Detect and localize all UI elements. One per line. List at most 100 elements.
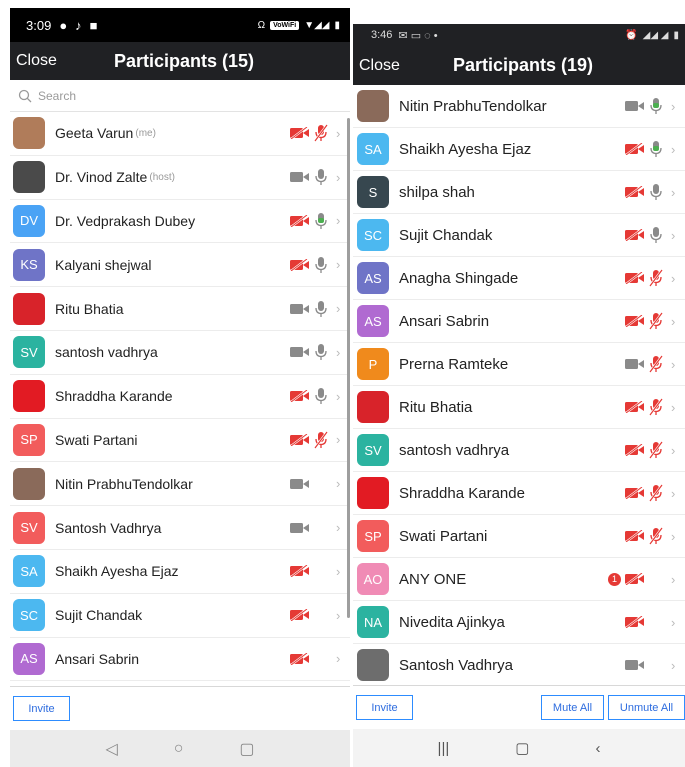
video-off-icon bbox=[290, 652, 310, 665]
participant-row[interactable]: SA Shaikh Ayesha Ejaz › bbox=[353, 128, 685, 171]
participant-name: Dr. Vinod Zalte bbox=[55, 169, 148, 186]
avatar bbox=[13, 380, 45, 413]
participant-row[interactable]: SP Swati Partani › bbox=[353, 515, 685, 558]
participant-row[interactable]: SC Sujit Chandak › bbox=[10, 594, 350, 638]
participant-row[interactable]: Nitin PrabhuTendolkar › bbox=[353, 85, 685, 128]
video-off-icon bbox=[625, 616, 645, 628]
chevron-right-icon: › bbox=[336, 651, 341, 667]
back-nav-icon[interactable]: ◁ bbox=[105, 739, 117, 759]
mic-muted-icon bbox=[649, 355, 663, 373]
participant-row[interactable]: AS Ansari Sabrin › bbox=[353, 300, 685, 343]
participant-status-icons: › bbox=[290, 608, 344, 623]
video-off-icon bbox=[625, 186, 645, 198]
video-off-icon bbox=[290, 565, 310, 578]
avatar bbox=[13, 467, 45, 500]
avatar: SC bbox=[357, 219, 389, 251]
location-icon: ● bbox=[59, 17, 68, 33]
mic-muted-icon bbox=[649, 269, 663, 287]
participant-row[interactable]: Dr. Vinod Zalte (host) › bbox=[10, 156, 350, 200]
participant-name: santosh vadhrya bbox=[55, 344, 158, 361]
participant-status-icons: 1 › bbox=[608, 572, 679, 587]
participant-row[interactable]: Shraddha Karande › bbox=[10, 375, 350, 419]
mic-icon bbox=[314, 300, 328, 318]
chevron-right-icon: › bbox=[671, 528, 676, 544]
avatar: AS bbox=[357, 262, 389, 294]
participant-list: Geeta Varun (me) › Dr. Vinod Zalte (host) › DV… bbox=[10, 112, 350, 682]
recents-nav-icon[interactable]: ▢ bbox=[239, 739, 254, 759]
chevron-right-icon: › bbox=[671, 98, 676, 114]
participant-row[interactable]: Nitin PrabhuTendolkar › bbox=[10, 462, 350, 507]
mic-icon bbox=[649, 140, 663, 158]
participant-name: Shaikh Ayesha Ejaz bbox=[55, 563, 179, 580]
participant-row[interactable]: AS Ansari Sabrin › bbox=[10, 638, 350, 682]
avatar: SC bbox=[13, 599, 45, 632]
participant-row[interactable]: SV Santosh Vadhrya › bbox=[10, 506, 350, 550]
participant-name: Sujit Chandak bbox=[399, 226, 493, 244]
chevron-right-icon: › bbox=[336, 563, 341, 579]
scrollbar[interactable] bbox=[347, 118, 350, 618]
participant-name: Santosh Vadhrya bbox=[55, 519, 162, 536]
avatar bbox=[13, 117, 45, 150]
participant-row[interactable]: Sshilpa shah › bbox=[353, 171, 685, 214]
home-nav-icon[interactable]: ○ bbox=[174, 740, 184, 758]
avatar: SV bbox=[13, 511, 45, 544]
close-button[interactable]: Close bbox=[16, 52, 57, 70]
participant-row[interactable]: SA Shaikh Ayesha Ejaz › bbox=[10, 550, 350, 594]
participant-status-icons: › bbox=[290, 168, 344, 186]
search-input[interactable]: Search bbox=[38, 89, 76, 103]
video-icon bbox=[290, 303, 310, 315]
participant-row[interactable]: AS Anagha Shingade › bbox=[353, 257, 685, 300]
alarm-icon: ⏰ bbox=[625, 29, 638, 41]
avatar bbox=[357, 391, 389, 423]
participant-status-icons: › bbox=[625, 398, 679, 416]
chevron-right-icon: › bbox=[336, 344, 341, 360]
participant-row[interactable]: SC Sujit Chandak › bbox=[353, 214, 685, 257]
participant-row[interactable]: SV santosh vadhrya › bbox=[353, 429, 685, 472]
mic-icon bbox=[314, 343, 328, 361]
mute-all-button[interactable]: Mute All bbox=[541, 695, 604, 720]
invite-button[interactable]: Invite bbox=[356, 695, 413, 720]
invite-button[interactable]: Invite bbox=[13, 696, 70, 721]
participant-row[interactable]: KS Kalyani shejwal › bbox=[10, 243, 350, 288]
participant-row[interactable]: SV santosh vadhrya › bbox=[10, 331, 350, 375]
participant-name: Swati Partani bbox=[55, 431, 138, 448]
participant-name: santosh vadhrya bbox=[399, 441, 510, 459]
participant-row[interactable]: Shraddha Karande › bbox=[353, 472, 685, 515]
participant-row[interactable]: Ritu Bhatia › bbox=[10, 287, 350, 331]
bottom-bar: Invite bbox=[10, 686, 350, 730]
participant-row[interactable]: P Prerna Ramteke › bbox=[353, 343, 685, 386]
participant-name: Ansari Sabrin bbox=[55, 650, 140, 667]
video-off-icon bbox=[290, 390, 310, 403]
participant-row[interactable]: SP Swati Partani › bbox=[10, 419, 350, 463]
participant-row[interactable]: Santosh Vadhrya › bbox=[353, 644, 685, 687]
participant-row[interactable]: Geeta Varun (me) › bbox=[10, 112, 350, 156]
avatar: AS bbox=[357, 305, 389, 337]
search-bar[interactable]: Search bbox=[10, 80, 350, 112]
chevron-right-icon: › bbox=[671, 313, 676, 329]
video-icon bbox=[290, 522, 310, 534]
avatar: SA bbox=[357, 133, 389, 165]
video-off-icon bbox=[625, 487, 645, 499]
mic-icon bbox=[314, 256, 328, 274]
chevron-right-icon: › bbox=[671, 356, 676, 372]
participant-status-icons: › bbox=[290, 124, 344, 143]
participant-role-tag: (host) bbox=[149, 171, 175, 183]
participants-header: Close Participants (15) bbox=[10, 42, 350, 80]
recents-nav-icon[interactable]: ||| bbox=[438, 740, 450, 757]
participant-status-icons: › bbox=[625, 658, 679, 673]
home-nav-icon[interactable]: ▢ bbox=[515, 739, 529, 757]
signal-icon: ▼◢◢ bbox=[304, 19, 330, 31]
video-off-icon bbox=[625, 272, 645, 284]
avatar: SP bbox=[357, 520, 389, 552]
participant-row[interactable]: Ritu Bhatia › bbox=[353, 386, 685, 429]
back-nav-icon[interactable]: ‹ bbox=[595, 740, 600, 757]
video-off-icon bbox=[625, 143, 645, 155]
unmute-all-button[interactable]: Unmute All bbox=[608, 695, 685, 720]
participant-row[interactable]: NA Nivedita Ajinkya › bbox=[353, 601, 685, 644]
participant-row[interactable]: AO ANY ONE 1 › bbox=[353, 558, 685, 601]
participant-name: Prerna Ramteke bbox=[399, 355, 509, 373]
video-off-icon bbox=[625, 444, 645, 456]
close-button[interactable]: Close bbox=[359, 57, 400, 75]
participant-row[interactable]: DV Dr. Vedprakash Dubey › bbox=[10, 200, 350, 244]
chevron-right-icon: › bbox=[671, 184, 676, 200]
